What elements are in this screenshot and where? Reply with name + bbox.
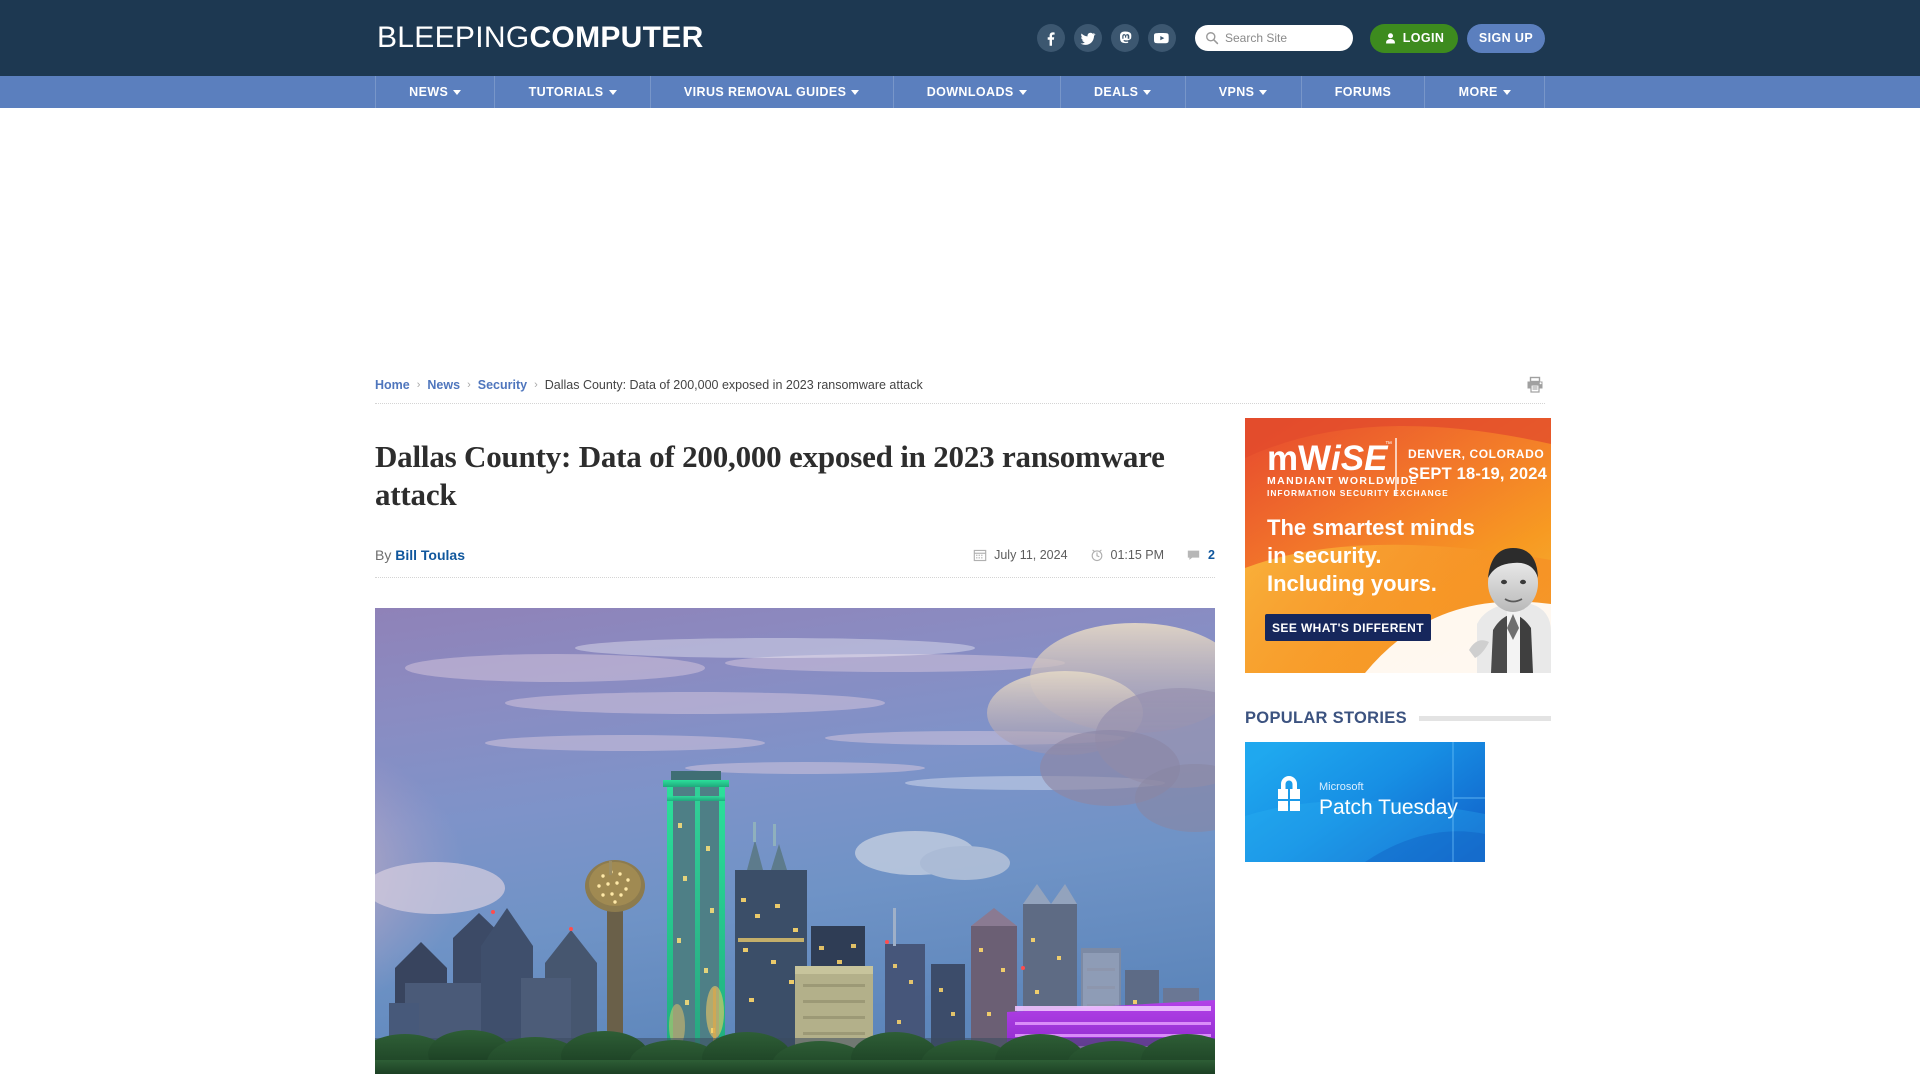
popular-stories-title: POPULAR STORIES	[1245, 709, 1407, 727]
section-divider	[1418, 716, 1551, 721]
nav-label: FORUMS	[1334, 85, 1392, 99]
sidebar-ad-mwise[interactable]: mW iSE ™ MANDIANT WORLDWIDE INFORMATION …	[1245, 418, 1551, 673]
article-column: Dallas County: Data of 200,000 exposed i…	[375, 404, 1215, 1074]
popular-stories-header: POPULAR STORIES	[1245, 709, 1551, 728]
chevron-down-icon	[1143, 89, 1152, 95]
twitter-icon[interactable]	[1074, 24, 1102, 52]
page-body: Dallas County: Data of 200,000 exposed i…	[375, 404, 1551, 1074]
svg-text:DENVER, COLORADO: DENVER, COLORADO	[1408, 447, 1544, 461]
chevron-down-icon	[1018, 89, 1027, 95]
nav-item-vpns[interactable]: VPNS	[1186, 76, 1302, 108]
nav-item-virus-removal-guides[interactable]: VIRUS REMOVAL GUIDES	[651, 76, 894, 108]
social-links	[1037, 24, 1176, 52]
nav-label: TUTORIALS	[528, 85, 604, 99]
main-navigation: NEWS TUTORIALS VIRUS REMOVAL GUIDES DOWN…	[0, 76, 1920, 108]
chevron-right-icon: ›	[467, 378, 471, 391]
nav-inner: NEWS TUTORIALS VIRUS REMOVAL GUIDES DOWN…	[375, 76, 1545, 108]
breadcrumb-item-current: Dallas County: Data of 200,000 exposed i…	[544, 377, 923, 392]
chevron-down-icon	[1259, 89, 1268, 95]
chevron-right-icon: ›	[534, 378, 538, 391]
chevron-right-icon: ›	[416, 378, 421, 391]
site-header: BLEEPINGCOMPUTER Search Site LOGIN SIGN …	[0, 0, 1920, 76]
publish-date-text: July 11, 2024	[994, 547, 1068, 562]
login-label: LOGIN	[1402, 31, 1445, 45]
breadcrumb-item-news[interactable]: News	[427, 378, 460, 392]
chevron-down-icon	[851, 89, 860, 95]
svg-text:Including yours.: Including yours.	[1267, 571, 1437, 596]
page-title: Dallas County: Data of 200,000 exposed i…	[375, 439, 1165, 512]
svg-text:Microsoft: Microsoft	[1319, 781, 1364, 793]
header-right-group: LOGIN SIGN UP	[1037, 23, 1545, 53]
breadcrumb-items: Home › News › Security › Dallas County: …	[375, 378, 923, 392]
youtube-icon[interactable]	[1148, 24, 1176, 52]
search-icon	[1206, 32, 1219, 45]
facebook-icon[interactable]	[1037, 24, 1065, 52]
comment-icon	[1187, 550, 1200, 560]
print-icon[interactable]	[1525, 375, 1545, 395]
by-label: By	[375, 546, 392, 563]
article-meta-row: By Bill Toulas July 11, 2024 01:15 PM 2	[375, 547, 1215, 578]
article-hero-image[interactable]	[375, 607, 1215, 1074]
mastodon-icon[interactable]	[1111, 24, 1139, 52]
nav-item-deals[interactable]: DEALS	[1061, 76, 1186, 108]
nav-item-downloads[interactable]: DOWNLOADS	[894, 76, 1061, 108]
svg-text:The smartest minds: The smartest minds	[1267, 515, 1475, 540]
search-input[interactable]	[1225, 31, 1343, 45]
logo-text-bold: COMPUTER	[529, 21, 704, 54]
svg-text:iSE: iSE	[1331, 439, 1389, 478]
signup-label: SIGN UP	[1478, 31, 1534, 45]
comment-count[interactable]: 2	[1186, 548, 1215, 562]
chevron-down-icon	[608, 89, 617, 95]
byline: By Bill Toulas	[375, 547, 465, 563]
signup-button[interactable]: SIGN UP	[1467, 23, 1545, 53]
header-inner: BLEEPINGCOMPUTER Search Site LOGIN SIGN …	[375, 0, 1545, 76]
logo-text-light: BLEEPING	[377, 21, 530, 54]
popular-story-thumbnail[interactable]: Microsoft Patch Tuesday	[1245, 742, 1485, 862]
nav-label: VPNS	[1218, 85, 1255, 99]
publish-date: July 11, 2024	[973, 547, 1068, 562]
sidebar: mW iSE ™ MANDIANT WORLDWIDE INFORMATION …	[1245, 404, 1551, 862]
nav-item-tutorials[interactable]: TUTORIALS	[495, 76, 651, 108]
breadcrumb: Home › News › Security › Dallas County: …	[375, 366, 1545, 404]
comment-count-text: 2	[1208, 547, 1215, 562]
nav-label: DOWNLOADS	[926, 85, 1014, 99]
leaderboard-ad-slot	[375, 108, 1545, 366]
clock-icon	[1091, 549, 1102, 561]
calendar-icon	[973, 549, 987, 561]
nav-item-news[interactable]: NEWS	[375, 76, 496, 108]
user-icon	[1385, 32, 1395, 44]
nav-label: DEALS	[1093, 85, 1139, 99]
site-logo[interactable]: BLEEPINGCOMPUTER	[377, 23, 704, 53]
meta-group: July 11, 2024 01:15 PM 2	[973, 548, 1215, 562]
svg-text:™: ™	[1385, 441, 1392, 448]
svg-text:Patch Tuesday: Patch Tuesday	[1319, 796, 1458, 819]
chevron-down-icon	[1502, 89, 1511, 95]
login-button[interactable]: LOGIN	[1370, 23, 1458, 53]
search-box[interactable]	[1195, 25, 1353, 51]
nav-label: NEWS	[409, 85, 449, 99]
nav-item-more[interactable]: MORE	[1425, 76, 1545, 108]
publish-time-text: 01:15 PM	[1110, 547, 1165, 562]
author-link[interactable]: Bill Toulas	[395, 547, 465, 563]
breadcrumb-item-home[interactable]: Home	[375, 378, 410, 392]
svg-text:mW: mW	[1267, 439, 1331, 478]
publish-time: 01:15 PM	[1090, 547, 1165, 562]
breadcrumb-item-security[interactable]: Security	[478, 378, 527, 392]
svg-text:SEE WHAT'S DIFFERENT: SEE WHAT'S DIFFERENT	[1272, 621, 1424, 635]
nav-label: MORE	[1458, 85, 1498, 99]
nav-label: VIRUS REMOVAL GUIDES	[683, 85, 847, 99]
svg-text:INFORMATION SECURITY EXCHANGE: INFORMATION SECURITY EXCHANGE	[1267, 488, 1449, 498]
svg-text:SEPT 18-19, 2024: SEPT 18-19, 2024	[1408, 465, 1548, 483]
svg-text:in security.: in security.	[1267, 543, 1382, 568]
chevron-down-icon	[453, 89, 462, 95]
nav-item-forums[interactable]: FORUMS	[1302, 76, 1426, 108]
